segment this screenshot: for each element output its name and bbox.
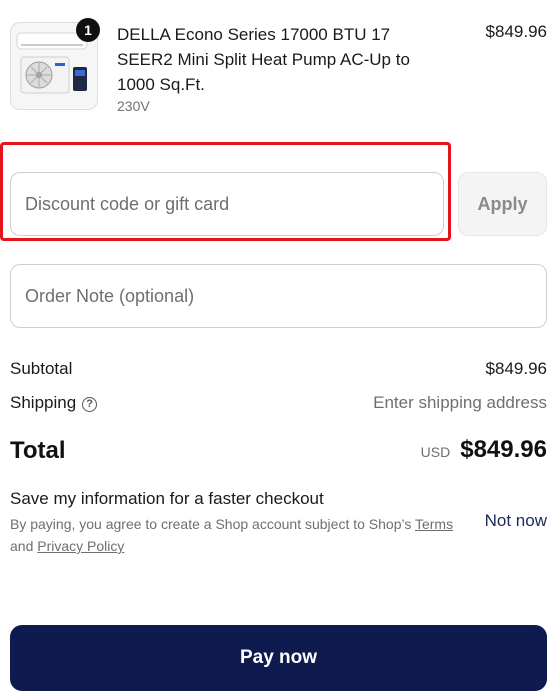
subtotal-label: Subtotal [10, 359, 73, 378]
subtotal-value: $849.96 [485, 359, 547, 378]
disclaimer-text: By paying, you agree to create a Shop ac… [10, 516, 412, 532]
product-title: DELLA Econo Series 17000 BTU 17 SEER2 Mi… [117, 25, 410, 94]
shipping-value: Enter shipping address [373, 393, 547, 412]
quantity-badge: 1 [76, 18, 100, 42]
total-label: Total [10, 437, 66, 464]
discount-placeholder: Discount code or gift card [25, 193, 230, 214]
and-text: and [10, 538, 34, 554]
shipping-label: Shipping [10, 393, 77, 412]
discount-code-input[interactable]: Discount code or gift card [10, 172, 444, 236]
order-note-placeholder: Order Note (optional) [25, 285, 195, 306]
total-amount-group: USD $849.96 [421, 436, 547, 464]
product-price: $849.96 [485, 22, 547, 41]
product-variant: 230V [117, 98, 150, 114]
save-info-title: Save my information for a faster checkou… [10, 489, 324, 508]
order-note-input[interactable]: Order Note (optional) [10, 264, 547, 328]
shipping-label-row: Shipping? [10, 393, 98, 413]
pay-now-button[interactable]: Pay now [10, 625, 547, 691]
total-amount: $849.96 [460, 436, 547, 463]
privacy-policy-link[interactable]: Privacy Policy [37, 538, 124, 554]
terms-link[interactable]: Terms [415, 516, 453, 532]
total-currency: USD [420, 444, 451, 460]
help-icon[interactable]: ? [82, 396, 98, 412]
save-info-disclaimer: By paying, you agree to create a Shop ac… [10, 513, 460, 557]
apply-button[interactable]: Apply [458, 172, 547, 236]
not-now-link[interactable]: Not now [485, 511, 547, 531]
